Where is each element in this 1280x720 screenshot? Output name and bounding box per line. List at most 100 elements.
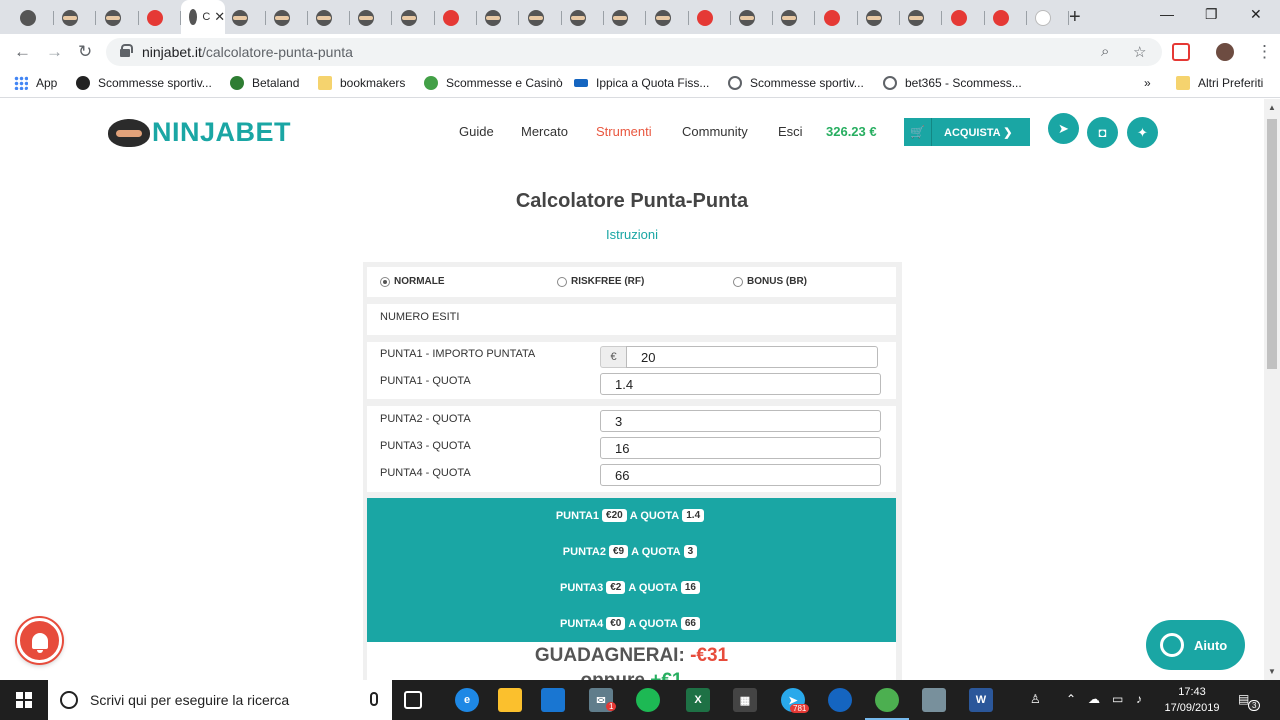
twitter-icon[interactable]: ✦	[1127, 117, 1158, 148]
telegram-icon[interactable]: ➤	[1048, 113, 1079, 144]
windows-start-icon[interactable]	[16, 692, 32, 708]
browser-tab[interactable]	[477, 4, 520, 32]
bookmark-folder[interactable]: bookmakers	[318, 76, 405, 90]
scroll-up-arrow-icon[interactable]: ▲	[1268, 103, 1276, 112]
browser-tab[interactable]	[604, 4, 647, 32]
help-chat-button[interactable]: Aiuto	[1146, 620, 1245, 670]
result-name: PUNTA2	[562, 545, 606, 558]
excel-icon[interactable]: X	[686, 688, 710, 712]
calculator-icon[interactable]: ▦	[733, 688, 757, 712]
restore-button[interactable]: ❐	[1205, 6, 1218, 23]
browser-tab[interactable]	[1027, 4, 1070, 32]
browser-tab[interactable]	[689, 4, 731, 32]
word-icon[interactable]: W	[969, 688, 993, 712]
odds-input-3[interactable]: 16	[600, 437, 881, 459]
radio-riskfree[interactable]: RISKFREE (RF)	[557, 276, 644, 287]
tray-chevron-icon[interactable]: ⌃	[1066, 692, 1076, 706]
back-button[interactable]: ←	[14, 42, 31, 62]
nav-esci[interactable]: Esci	[778, 124, 803, 139]
browser-tab[interactable]	[520, 4, 562, 32]
browser-tab[interactable]	[773, 4, 816, 32]
instructions-link[interactable]: Istruzioni	[0, 227, 1264, 242]
app-icon[interactable]	[922, 688, 946, 712]
browser-tab-active[interactable]: C ✕	[181, 0, 226, 34]
browser-tab[interactable]	[97, 4, 139, 32]
new-tab-button[interactable]: +	[1069, 6, 1081, 29]
nav-strumenti[interactable]: Strumenti	[596, 124, 652, 139]
bookmark-item[interactable]: Scommesse sportiv...	[728, 76, 864, 90]
bookmark-item[interactable]: Scommesse sportiv...	[76, 76, 212, 90]
chrome-icon[interactable]	[865, 688, 909, 720]
volume-icon[interactable]: ♪	[1136, 692, 1142, 706]
browser-tab[interactable]	[393, 4, 435, 32]
odds-input-1[interactable]: 1.4	[600, 373, 881, 395]
browser-tab[interactable]	[900, 4, 943, 32]
bookmarks-overflow-button[interactable]: »	[1144, 76, 1151, 90]
spotify-icon[interactable]	[636, 688, 660, 712]
browser-tab[interactable]	[266, 4, 308, 32]
forward-button[interactable]: →	[46, 42, 63, 62]
close-window-button[interactable]: ✕	[1250, 6, 1262, 23]
windows-taskbar: Scrivi qui per eseguire la ricerca e ✉ 1…	[0, 680, 1280, 720]
site-icon	[424, 76, 438, 90]
ninjabet-logo[interactable]: NINJABET	[108, 117, 291, 148]
system-clock[interactable]: 17:43 17/09/2019	[1158, 684, 1226, 716]
odds-input-2[interactable]: 3	[600, 410, 881, 432]
browser-tab[interactable]	[350, 4, 393, 32]
globe-icon	[728, 76, 742, 90]
browser-tab[interactable]	[858, 4, 900, 32]
bookmark-item[interactable]: Betaland	[230, 76, 299, 90]
bookmark-star-icon[interactable]: ☆	[1133, 43, 1146, 61]
store-icon[interactable]	[541, 688, 565, 712]
minimize-button[interactable]: —	[1160, 6, 1174, 22]
extension-icon[interactable]	[1172, 43, 1190, 61]
app-icon[interactable]	[828, 688, 852, 712]
onedrive-icon[interactable]: ☁	[1088, 692, 1100, 706]
scrollbar-thumb[interactable]	[1267, 119, 1277, 369]
radio-normale[interactable]: NORMALE	[380, 276, 445, 287]
browser-tab[interactable]	[308, 4, 351, 32]
browser-tab[interactable]	[54, 4, 97, 32]
network-icon[interactable]: ▭	[1112, 692, 1123, 706]
reload-button[interactable]: ↻	[78, 42, 92, 62]
people-icon[interactable]: ♙	[1030, 692, 1041, 706]
result-at-odds: A QUOTA	[628, 617, 678, 630]
radio-bonus[interactable]: BONUS (BR)	[733, 276, 807, 287]
taskbar-search-box[interactable]: Scrivi qui per eseguire la ricerca	[48, 680, 392, 720]
browser-tab[interactable]	[985, 4, 1027, 32]
scroll-down-arrow-icon[interactable]: ▼	[1268, 667, 1276, 676]
file-explorer-icon[interactable]	[498, 688, 522, 712]
edge-icon[interactable]: e	[455, 688, 479, 712]
notification-bell-button[interactable]	[17, 618, 62, 663]
browser-tab[interactable]	[139, 4, 181, 32]
task-view-icon[interactable]	[404, 691, 422, 709]
odds-input-4[interactable]: 66	[600, 464, 881, 486]
bookmark-item[interactable]: Scommesse e Casinò	[424, 76, 563, 90]
browser-tab[interactable]	[816, 4, 858, 32]
browser-tab[interactable]	[435, 4, 477, 32]
instagram-icon[interactable]: ◘	[1087, 117, 1118, 148]
zoom-search-icon[interactable]: ⌕	[1101, 43, 1109, 60]
browser-tab[interactable]	[562, 4, 604, 32]
buy-button[interactable]: 🛒 ACQUISTA ❯	[904, 118, 1030, 146]
page-scrollbar[interactable]: ▲ ▼	[1264, 99, 1280, 680]
address-bar[interactable]: ninjabet.it/calcolatore-punta-punta ⌕ ☆	[106, 38, 1162, 66]
browser-tab[interactable]	[12, 4, 54, 32]
bookmark-apps[interactable]: App	[14, 76, 57, 90]
microphone-icon[interactable]	[370, 692, 378, 706]
browser-tab[interactable]	[731, 4, 774, 32]
browser-tab[interactable]	[647, 4, 689, 32]
nav-mercato[interactable]: Mercato	[521, 124, 568, 139]
bookmark-item[interactable]: bet365 - Scommess...	[883, 76, 1022, 90]
bookmark-item[interactable]: Ippica a Quota Fiss...	[574, 76, 709, 90]
result-name: PUNTA4	[560, 617, 604, 630]
other-bookmarks-folder[interactable]: Altri Preferiti	[1176, 76, 1263, 90]
stake-input[interactable]: 20	[626, 346, 878, 368]
nav-guide[interactable]: Guide	[459, 124, 494, 139]
clock-date: 17/09/2019	[1164, 702, 1220, 714]
menu-icon[interactable]: ⋮	[1256, 42, 1273, 62]
profile-avatar[interactable]	[1216, 43, 1234, 61]
nav-community[interactable]: Community	[682, 124, 748, 139]
browser-tab[interactable]	[943, 4, 985, 32]
browser-tab[interactable]	[224, 4, 266, 32]
